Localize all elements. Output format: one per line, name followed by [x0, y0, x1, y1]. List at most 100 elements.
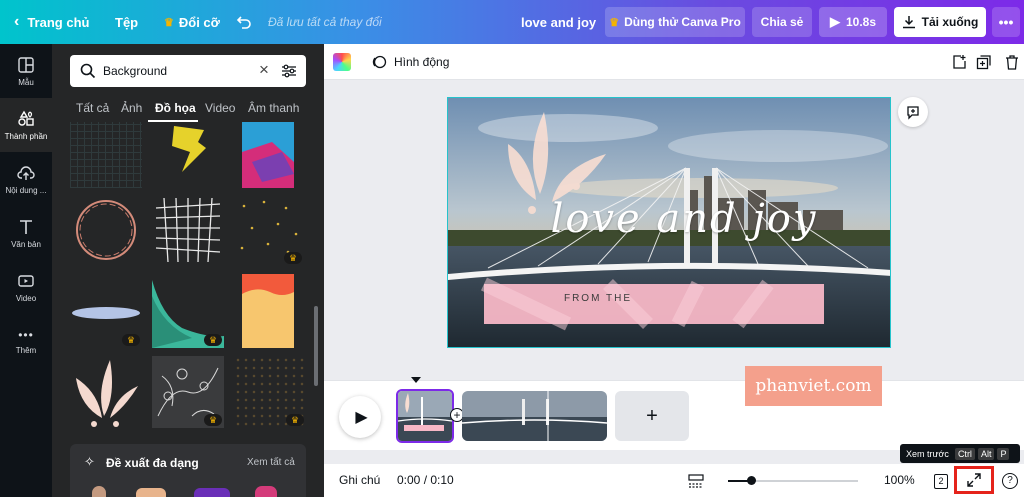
text-icon	[20, 219, 32, 234]
tab-audio[interactable]: Âm thanh	[248, 101, 299, 115]
graphic-tile[interactable]: ♛	[234, 356, 306, 428]
tab-photos[interactable]: Ảnh	[121, 101, 142, 115]
file-label: Tệp	[115, 14, 139, 30]
suggest-thumb[interactable]	[194, 488, 230, 497]
sparkle-icon: ✧	[84, 454, 95, 469]
tooltip-key: Alt	[977, 447, 995, 460]
graphic-tile[interactable]: ♛	[70, 276, 142, 348]
pro-crown-icon: ♛	[204, 414, 222, 426]
undo-icon	[236, 16, 251, 29]
suggest-thumb[interactable]	[92, 486, 106, 497]
graphic-tile[interactable]: ♛	[234, 194, 306, 266]
category-tabs: Tất cả Ảnh Đồ họa Video Âm thanh	[52, 96, 324, 122]
design-title[interactable]: love and joy	[521, 0, 596, 44]
play-button[interactable]: ▶	[339, 396, 381, 438]
download-label: Tải xuống	[921, 15, 979, 29]
tab-graphics[interactable]: Đồ họa	[155, 101, 196, 115]
graphic-tile[interactable]	[70, 194, 142, 266]
save-status: Đã lưu tất cả thay đổi	[268, 15, 382, 29]
graphic-tile[interactable]: ♛	[152, 276, 224, 348]
play-icon: ▶	[829, 14, 840, 29]
rail-item-templates[interactable]: Mẫu	[0, 44, 52, 98]
timeline-page-2[interactable]	[462, 391, 607, 441]
color-picker-icon[interactable]	[333, 53, 351, 71]
resize-label: Đổi cỡ	[178, 14, 220, 30]
preview-tooltip: Xem trước Ctrl Alt P	[900, 444, 1020, 463]
help-button[interactable]: ?	[1002, 473, 1018, 489]
timeline-page-1[interactable]	[396, 389, 454, 443]
notes-button[interactable]: Ghi chú	[339, 473, 380, 487]
try-pro-button[interactable]: ♛ Dùng thử Canva Pro	[605, 7, 745, 37]
rail-item-more[interactable]: ••• Thêm	[0, 314, 52, 368]
graphic-tile[interactable]	[242, 122, 294, 188]
panel-scrollbar[interactable]	[314, 306, 318, 386]
zoom-slider[interactable]	[728, 476, 858, 485]
undo-button[interactable]	[236, 0, 252, 44]
rail-item-video[interactable]: Video	[0, 260, 52, 314]
page-count: 2	[938, 476, 944, 486]
graphic-tile[interactable]	[152, 122, 224, 188]
comment-button[interactable]	[898, 97, 928, 127]
elements-panel: Background × Tất cả Ảnh Đồ họa Video Âm …	[52, 44, 324, 497]
graphic-tile[interactable]	[242, 274, 294, 348]
side-rail: Mẫu Thành phần Nội dung ... Văn bản Vide…	[0, 44, 52, 497]
home-link[interactable]: ‹ Trang chủ	[14, 0, 89, 44]
filter-icon[interactable]	[281, 63, 297, 79]
tooltip-label: Xem trước	[906, 448, 949, 459]
chevron-left-icon: ‹	[14, 13, 20, 30]
more-button[interactable]: •••	[992, 7, 1020, 37]
add-page-label: +	[646, 404, 658, 427]
zoom-level[interactable]: 100%	[884, 473, 915, 487]
graphic-tile[interactable]: ♛	[152, 356, 224, 428]
rail-label: Mẫu	[18, 77, 34, 87]
timeline: ▶ + +	[324, 377, 1024, 450]
rail-item-uploads[interactable]: Nội dung ...	[0, 152, 52, 206]
play-preview-button[interactable]: ▶ 10.8s	[819, 7, 887, 37]
cloud-upload-icon	[17, 165, 35, 180]
home-label: Trang chủ	[27, 14, 90, 30]
see-all-link[interactable]: Xem tất cả	[247, 457, 295, 468]
design-script-text[interactable]: love and joy	[534, 196, 834, 242]
editor-toolbar: Hình động	[324, 44, 1024, 80]
graphic-tile[interactable]	[152, 194, 224, 266]
resize-menu[interactable]: ♛ Đổi cỡ	[164, 0, 220, 44]
suggest-thumb[interactable]	[136, 488, 166, 497]
suggestions-section: ✧ Đề xuất đa dạng Xem tất cả	[70, 444, 306, 497]
rail-item-elements[interactable]: Thành phần	[0, 98, 52, 152]
elements-icon	[18, 110, 34, 126]
add-page-icon[interactable]	[951, 54, 967, 70]
pro-crown-icon: ♛	[286, 414, 304, 426]
trash-icon[interactable]	[1004, 54, 1020, 70]
graphic-tile[interactable]	[70, 356, 142, 428]
tooltip-key: Ctrl	[954, 447, 975, 460]
suggest-thumb[interactable]	[255, 486, 277, 497]
animate-button[interactable]: Hình động	[371, 44, 449, 80]
more-dots-icon: •••	[18, 327, 34, 342]
duplicate-page-icon[interactable]	[976, 54, 992, 70]
clear-icon[interactable]: ×	[259, 60, 269, 80]
fullscreen-button[interactable]	[954, 466, 994, 494]
rail-label: Thêm	[15, 345, 37, 355]
timeline-toggle-icon[interactable]	[688, 474, 704, 488]
search-input[interactable]: Background	[103, 64, 167, 78]
share-button[interactable]: Chia sẻ	[752, 7, 812, 37]
design-banner-text[interactable]: FROM THE	[484, 293, 712, 304]
bottom-bar: Ghi chú 0:00 / 0:10 100% 2 ?	[324, 464, 1024, 497]
tooltip-key: P	[997, 447, 1010, 460]
zoom-slider-handle[interactable]	[747, 476, 756, 485]
tab-all[interactable]: Tất cả	[76, 101, 109, 115]
crown-icon: ♛	[164, 16, 174, 29]
graphic-tile[interactable]	[70, 122, 142, 188]
rail-item-text[interactable]: Văn bản	[0, 206, 52, 260]
page-count-button[interactable]: 2	[934, 474, 948, 489]
add-page-button[interactable]: +	[615, 391, 689, 441]
design-page[interactable]: love and joy FROM THE	[447, 97, 891, 348]
play-icon: ▶	[355, 409, 368, 426]
download-button[interactable]: Tải xuống	[894, 7, 986, 37]
pro-crown-icon: ♛	[122, 334, 140, 346]
rail-label: Văn bản	[11, 239, 41, 249]
search-box[interactable]: Background ×	[70, 55, 306, 87]
tab-video[interactable]: Video	[205, 101, 235, 115]
file-menu[interactable]: Tệp	[115, 0, 138, 44]
playhead[interactable]	[411, 377, 421, 383]
